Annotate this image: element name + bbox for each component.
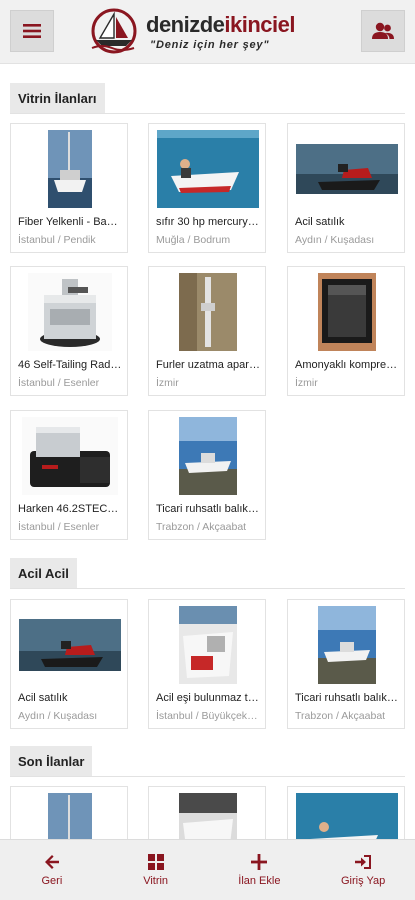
listing-card[interactable]: Acil eşi bulunmaz tekne… İstanbul / Büyü… [148, 599, 266, 729]
listing-thumbnail [157, 793, 259, 839]
nav-login[interactable]: Giriş Yap [311, 840, 415, 900]
listing-card[interactable]: Acil satılık Aydın / Kuşadası [10, 599, 128, 729]
section-title-acil: Acil Acil [10, 558, 77, 588]
listing-thumbnail [157, 606, 259, 684]
listing-thumbnail [19, 273, 121, 351]
brand-name-part2: ikinciel [224, 12, 295, 37]
users-button[interactable] [361, 10, 405, 52]
listing-title: 46 Self-Tailing Radial Ana… [18, 359, 122, 371]
listing-thumbnail [296, 606, 398, 684]
listing-location: Trabzon / Akçaabat [156, 521, 247, 533]
sailboat-logo-icon [91, 8, 137, 54]
listing-title: Amonyaklı kompresör… [295, 359, 399, 371]
listing-thumbnail [157, 417, 259, 495]
hamburger-icon [23, 24, 41, 38]
listing-card[interactable]: sıfır 30 hp mercury motorlu… Muğla / Bod… [148, 123, 266, 253]
listing-title: Harken 46.2STEC… [18, 503, 119, 515]
listing-location: İstanbul / Esenler [18, 377, 100, 389]
nav-back[interactable]: Geri [0, 840, 104, 900]
listing-title: Acil satılık [295, 216, 345, 228]
nav-add-listing[interactable]: İlan Ekle [208, 840, 312, 900]
listing-thumbnail [19, 793, 121, 839]
listing-card[interactable]: Ticari ruhsatlı balıkçı… Trabzon / Akçaa… [287, 599, 405, 729]
nav-vitrin-label: Vitrin [143, 874, 169, 887]
nav-vitrin[interactable]: Vitrin [104, 840, 208, 900]
app-root: denizdeikinciel "Deniz için her şey" Vit… [0, 0, 415, 900]
listing-thumbnail [19, 130, 121, 208]
brand-slogan: "Deniz için her şey" [150, 39, 270, 51]
listing-location: Aydın / Kuşadası [18, 710, 98, 722]
listing-thumbnail [19, 606, 121, 684]
listing-card[interactable] [148, 786, 266, 839]
listing-title: Acil eşi bulunmaz tekne… [156, 692, 260, 704]
listing-location: Muğla / Bodrum [156, 234, 231, 246]
listing-card[interactable]: Fiber Yelkenli - Bavaria 4… İstanbul / P… [10, 123, 128, 253]
nav-back-label: Geri [41, 874, 63, 887]
listing-location: İstanbul / Büyükçekmece [156, 710, 260, 722]
listing-title: Furler uzatma aparatı [156, 359, 260, 371]
listing-title: Ticari ruhsatlı balıkçı… [156, 503, 260, 515]
section-divider [10, 776, 405, 777]
menu-button[interactable] [10, 10, 54, 52]
brand-logo[interactable]: denizdeikinciel "Deniz için her şey" [88, 8, 333, 56]
listing-card[interactable]: Amonyaklı kompresör… İzmir [287, 266, 405, 396]
section-title-vitrin: Vitrin İlanları [10, 83, 105, 113]
listing-title: Fiber Yelkenli - Bavaria 4… [18, 216, 122, 228]
listing-title: Ticari ruhsatlı balıkçı… [295, 692, 399, 704]
sign-in-icon [355, 854, 372, 869]
section-divider [10, 113, 405, 114]
listing-card[interactable]: Ticari ruhsatlı balıkçı… Trabzon / Akçaa… [148, 410, 266, 540]
listing-card[interactable]: Furler uzatma aparatı İzmir [148, 266, 266, 396]
listing-thumbnail [296, 130, 398, 208]
listing-card[interactable] [10, 786, 128, 839]
listing-location: Aydın / Kuşadası [295, 234, 375, 246]
brand-name-part1: denizde [146, 12, 225, 37]
section-divider [10, 588, 405, 589]
listing-thumbnail [157, 273, 259, 351]
listing-card[interactable]: Acil satılık Aydın / Kuşadası [287, 123, 405, 253]
listing-location: İstanbul / Pendik [18, 234, 96, 246]
nav-login-label: Giriş Yap [341, 874, 386, 887]
nav-add-listing-label: İlan Ekle [238, 874, 281, 887]
plus-icon [251, 853, 268, 870]
listing-title: sıfır 30 hp mercury motorlu… [156, 216, 260, 228]
arrow-left-icon [44, 854, 59, 869]
listing-location: Trabzon / Akçaabat [295, 710, 386, 722]
listing-card[interactable]: 46 Self-Tailing Radial Ana… İstanbul / E… [10, 266, 128, 396]
users-icon [372, 22, 394, 39]
listing-thumbnail [296, 793, 398, 839]
brand-name: denizdeikinciel [146, 12, 295, 38]
listing-location: İstanbul / Esenler [18, 521, 100, 533]
grid-icon [147, 853, 164, 870]
listing-location: İzmir [295, 377, 318, 389]
section-title-son: Son İlanlar [10, 746, 93, 776]
listing-location: İzmir [156, 377, 179, 389]
bottom-navigation: Geri Vitrin İlan Ekle Giriş Yap [0, 839, 415, 900]
main-content[interactable]: Vitrin İlanları Fiber Yelkenli - Bavaria… [0, 64, 415, 839]
listing-title: Acil satılık [18, 692, 68, 704]
listing-card[interactable]: Harken 46.2STEC… İstanbul / Esenler [10, 410, 128, 540]
listing-thumbnail [19, 417, 121, 495]
listing-card[interactable] [287, 786, 405, 839]
listing-thumbnail [296, 273, 398, 351]
header: denizdeikinciel "Deniz için her şey" [0, 0, 415, 64]
listing-thumbnail [157, 130, 259, 208]
